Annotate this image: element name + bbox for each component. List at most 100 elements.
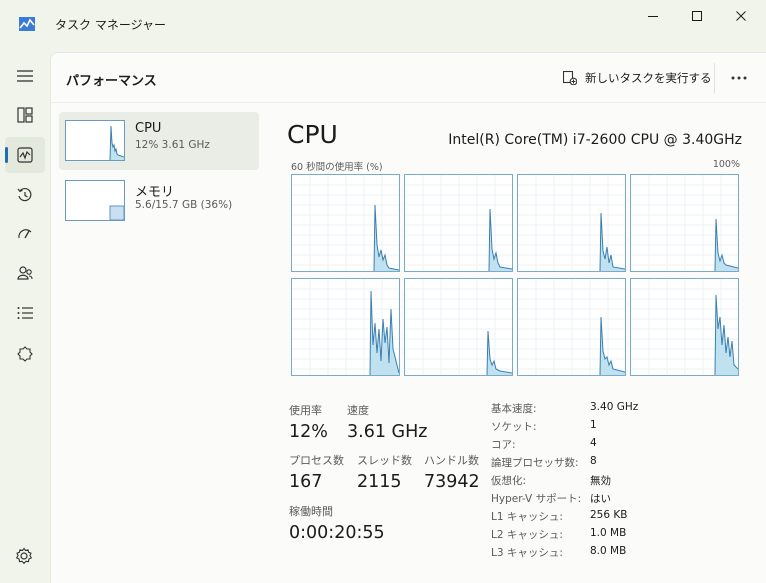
stat-uptime-label: 稼働時間 bbox=[289, 505, 333, 518]
stat-threads-label: スレッド数 bbox=[357, 454, 412, 467]
cpu-core-graph-plot bbox=[631, 175, 738, 271]
spec-value: 8 bbox=[590, 455, 597, 467]
stat-handles-value: 73942 bbox=[424, 472, 480, 492]
stat-processes-value: 167 bbox=[289, 472, 323, 492]
stat-usage-value: 12% bbox=[289, 422, 328, 442]
stat-usage-label: 使用率 bbox=[289, 404, 322, 417]
active-indicator bbox=[5, 147, 8, 163]
gear-icon bbox=[15, 547, 33, 565]
cpu-core-graph-plot bbox=[292, 279, 399, 375]
minimize-button[interactable] bbox=[631, 0, 675, 32]
spec-value: 1 bbox=[590, 419, 597, 431]
startup-apps-icon bbox=[18, 229, 32, 239]
stat-threads-value: 2115 bbox=[357, 472, 402, 492]
nav-users[interactable] bbox=[5, 255, 45, 291]
cpu-core-graph-plot bbox=[518, 175, 625, 271]
cpu-core-graph bbox=[630, 278, 739, 376]
spec-key: コア: bbox=[491, 439, 516, 451]
nav-details[interactable] bbox=[5, 295, 45, 331]
stat-threads: スレッド数 2115 bbox=[357, 452, 412, 492]
spec-value: 1.0 MB bbox=[590, 527, 627, 539]
nav-services[interactable] bbox=[5, 336, 45, 372]
spec-value: 4 bbox=[590, 437, 597, 449]
details-icon bbox=[17, 307, 33, 319]
spec-key: 論理プロセッサ数: bbox=[491, 457, 579, 469]
nav-startup-apps[interactable] bbox=[5, 216, 45, 252]
perf-item-cpu-detail: 12% 3.61 GHz bbox=[135, 139, 210, 151]
run-task-icon bbox=[563, 71, 577, 85]
run-task-label: 新しいタスクを実行する bbox=[585, 71, 712, 85]
stat-speed: 速度 3.61 GHz bbox=[347, 402, 427, 442]
cpu-thumbnail-line bbox=[109, 125, 125, 161]
navigation-rail bbox=[0, 52, 50, 583]
stat-speed-value: 3.61 GHz bbox=[347, 422, 428, 442]
window-title: タスク マネージャー bbox=[55, 18, 166, 32]
spec-key: L3 キャッシュ: bbox=[491, 547, 563, 559]
cpu-core-graph bbox=[630, 174, 739, 272]
page-header: パフォーマンス 新しいタスクを実行する bbox=[51, 53, 766, 103]
spec-key: L2 キャッシュ: bbox=[491, 529, 563, 541]
settings-button[interactable] bbox=[15, 547, 33, 569]
spec-key: 基本速度: bbox=[491, 403, 537, 415]
perf-item-cpu-name: CPU bbox=[135, 121, 162, 136]
processes-icon bbox=[17, 107, 33, 123]
menu-button[interactable] bbox=[5, 58, 45, 94]
stat-speed-label: 速度 bbox=[347, 404, 369, 417]
panel-title: CPU bbox=[287, 120, 338, 149]
memory-thumbnail-fill bbox=[109, 205, 125, 221]
stat-uptime-value: 0:00:20:55 bbox=[289, 523, 385, 543]
cpu-core-graph bbox=[291, 174, 400, 272]
cpu-thumbnail-graph bbox=[65, 120, 125, 161]
services-icon bbox=[17, 346, 33, 362]
graph-max-label: 100% bbox=[712, 159, 740, 170]
spec-key: ソケット: bbox=[491, 421, 537, 433]
main-content: パフォーマンス 新しいタスクを実行する CPU 12% 3.61 GHz メモリ… bbox=[50, 52, 766, 583]
cpu-core-graph bbox=[517, 174, 626, 272]
cpu-core-graphs bbox=[291, 174, 740, 378]
usage-area bbox=[489, 209, 512, 271]
spec-value: 3.40 GHz bbox=[590, 401, 639, 413]
perf-item-cpu[interactable]: CPU 12% 3.61 GHz bbox=[59, 112, 259, 170]
minimize-icon bbox=[648, 16, 658, 17]
nav-app-history[interactable] bbox=[5, 177, 45, 213]
stat-processes-label: プロセス数 bbox=[289, 454, 344, 467]
graph-caption: 60 秒間の使用率 (%) bbox=[291, 162, 383, 173]
spec-value: 無効 bbox=[590, 475, 611, 487]
run-new-task-button[interactable]: 新しいタスクを実行する bbox=[563, 66, 712, 90]
close-icon bbox=[736, 11, 746, 21]
spec-value: 256 KB bbox=[590, 509, 628, 521]
cpu-core-graph-plot bbox=[405, 279, 512, 375]
spec-key: Hyper-V サポート: bbox=[491, 493, 582, 505]
spec-key: 仮想化: bbox=[491, 475, 527, 487]
nav-performance[interactable] bbox=[5, 137, 45, 173]
perf-item-memory[interactable]: メモリ 5.6/15.7 GB (36%) bbox=[59, 172, 259, 230]
perf-item-memory-name: メモリ bbox=[135, 185, 175, 200]
more-options-button[interactable] bbox=[726, 65, 752, 91]
cpu-core-graph bbox=[404, 174, 513, 272]
app-icon bbox=[19, 17, 35, 31]
maximize-icon bbox=[692, 11, 702, 21]
perf-item-memory-detail: 5.6/15.7 GB (36%) bbox=[135, 199, 233, 211]
spec-key: L1 キャッシュ: bbox=[491, 511, 563, 523]
cpu-core-graph bbox=[404, 278, 513, 376]
spec-value: はい bbox=[590, 493, 611, 505]
hamburger-icon bbox=[17, 70, 33, 82]
stat-handles-label: ハンドル数 bbox=[424, 454, 479, 467]
spec-value: 8.0 MB bbox=[590, 545, 627, 557]
cpu-core-graph-plot bbox=[405, 175, 512, 271]
title-bar: タスク マネージャー bbox=[0, 0, 766, 52]
maximize-button[interactable] bbox=[675, 0, 719, 32]
app-history-icon bbox=[17, 187, 32, 202]
stat-handles: ハンドル数 73942 bbox=[424, 452, 480, 492]
nav-processes[interactable] bbox=[5, 97, 45, 133]
performance-icon bbox=[17, 147, 33, 163]
cpu-model: Intel(R) Core(TM) i7-2600 CPU @ 3.40GHz bbox=[448, 132, 742, 148]
cpu-core-graph bbox=[291, 278, 400, 376]
close-button[interactable] bbox=[719, 0, 763, 32]
cpu-core-graph-plot bbox=[518, 279, 625, 375]
stat-uptime: 稼働時間 0:00:20:55 bbox=[289, 503, 385, 543]
cpu-core-graph-plot bbox=[292, 175, 399, 271]
users-icon bbox=[17, 266, 33, 280]
more-icon bbox=[731, 76, 747, 80]
page-title: パフォーマンス bbox=[66, 74, 157, 89]
